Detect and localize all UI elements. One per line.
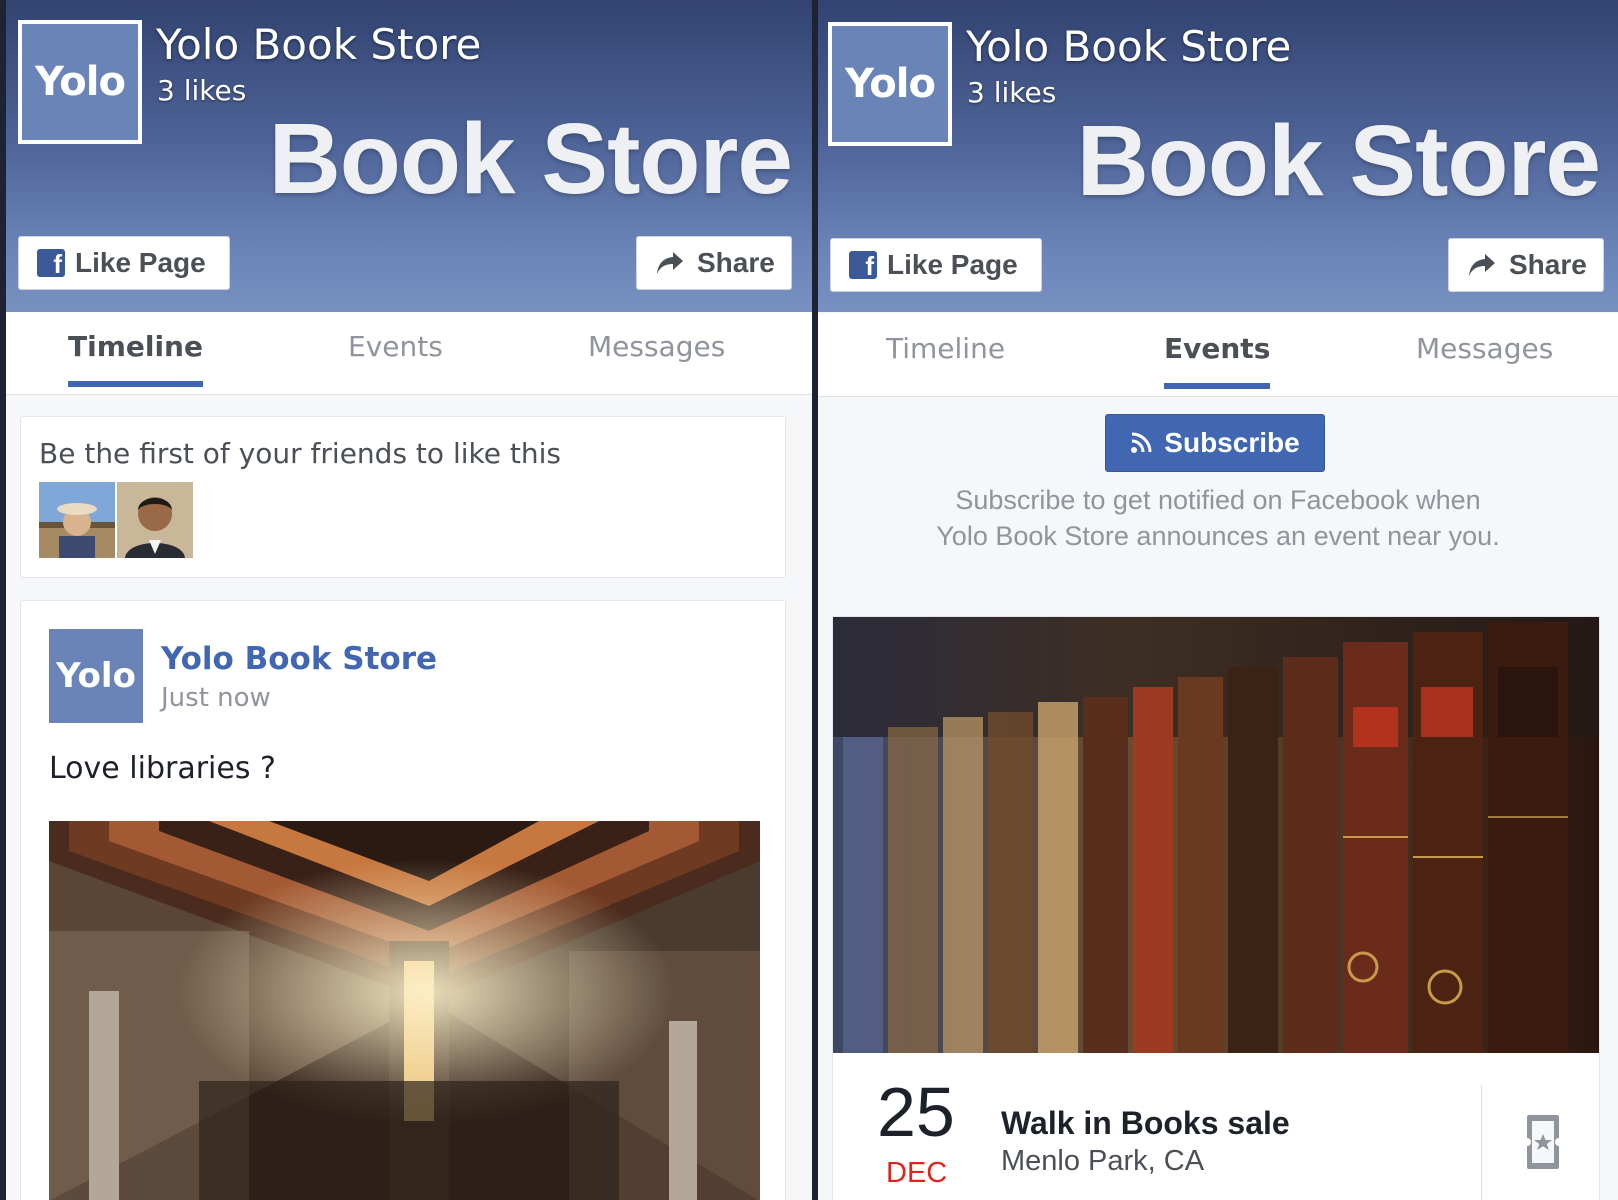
event-title[interactable]: Walk in Books sale — [1001, 1105, 1290, 1142]
cover-photo-text: Book Store — [1076, 105, 1601, 217]
post-author-name[interactable]: Yolo Book Store — [161, 641, 437, 677]
timeline-panel: Yolo Yolo Book Store 3 likes Book Store … — [6, 0, 812, 1200]
like-page-label: Like Page — [887, 249, 1018, 280]
share-button[interactable]: Share — [1448, 238, 1604, 292]
page-avatar[interactable]: Yolo — [18, 20, 142, 144]
cover-photo-text: Book Store — [268, 103, 793, 215]
friends-like-card: Be the first of your friends to like thi… — [20, 416, 786, 578]
events-panel: Yolo Yolo Book Store 3 likes Book Store … — [818, 0, 1618, 1200]
event-divider — [1481, 1085, 1482, 1200]
friend-photo-2 — [117, 482, 193, 558]
tab-messages[interactable]: Messages — [588, 330, 725, 381]
timeline-post: Yolo Yolo Book Store Just now Love libra… — [20, 600, 786, 1200]
like-page-button[interactable]: f Like Page — [18, 236, 230, 290]
friend-photo-1 — [39, 482, 115, 558]
post-text: Love libraries ? — [49, 751, 276, 786]
subscribe-desc-line-1: Subscribe to get notified on Facebook wh… — [955, 485, 1481, 515]
page-name[interactable]: Yolo Book Store — [156, 20, 481, 69]
share-label: Share — [697, 247, 775, 278]
bookshelf-image — [833, 617, 1599, 1053]
ticket-icon[interactable] — [1523, 1113, 1563, 1171]
page-tabs: Timeline Events Messages — [818, 314, 1618, 397]
page-name[interactable]: Yolo Book Store — [966, 22, 1291, 71]
subscribe-desc-line-2: Yolo Book Store announces an event near … — [936, 521, 1500, 551]
event-date-month: DEC — [886, 1157, 948, 1189]
tab-timeline[interactable]: Timeline — [886, 332, 1005, 383]
subscribe-label: Subscribe — [1164, 427, 1300, 458]
subscribe-button[interactable]: Subscribe — [1105, 414, 1325, 472]
tab-messages[interactable]: Messages — [1416, 332, 1553, 383]
event-date-day: 25 — [877, 1073, 955, 1151]
facebook-f-icon: f — [849, 251, 877, 279]
post-author-avatar[interactable]: Yolo — [49, 629, 143, 723]
share-arrow-icon — [1469, 254, 1495, 276]
likes-count: 3 likes — [967, 76, 1057, 109]
cover-header: Yolo Yolo Book Store 3 likes Book Store … — [6, 0, 812, 312]
page-avatar[interactable]: Yolo — [828, 22, 952, 146]
cover-header: Yolo Yolo Book Store 3 likes Book Store … — [818, 0, 1618, 312]
post-timestamp[interactable]: Just now — [161, 683, 271, 713]
post-photo-library[interactable] — [49, 821, 760, 1200]
event-location: Menlo Park, CA — [1001, 1145, 1205, 1177]
page-tabs: Timeline Events Messages — [6, 312, 812, 395]
share-button[interactable]: Share — [636, 236, 792, 290]
like-page-label: Like Page — [75, 247, 206, 278]
friends-prompt: Be the first of your friends to like thi… — [39, 437, 561, 470]
library-ceiling-image — [49, 821, 760, 1200]
subscribe-description: Subscribe to get notified on Facebook wh… — [818, 482, 1618, 554]
tab-events[interactable]: Events — [1164, 332, 1271, 389]
tab-timeline[interactable]: Timeline — [68, 330, 203, 387]
tab-events[interactable]: Events — [348, 330, 443, 381]
friend-avatar[interactable] — [39, 482, 115, 558]
page-avatar-logo: Yolo — [22, 24, 138, 140]
facebook-f-icon: f — [37, 249, 65, 277]
like-page-button[interactable]: f Like Page — [830, 238, 1042, 292]
rss-icon — [1131, 432, 1152, 453]
event-cover-photo[interactable] — [833, 617, 1599, 1053]
share-arrow-icon — [657, 252, 683, 274]
likes-count: 3 likes — [157, 74, 247, 107]
friend-avatar[interactable] — [117, 482, 193, 558]
share-label: Share — [1509, 249, 1587, 280]
page-avatar-logo: Yolo — [832, 26, 948, 142]
event-card[interactable]: 25 DEC Walk in Books sale Menlo Park, CA — [832, 616, 1600, 1200]
